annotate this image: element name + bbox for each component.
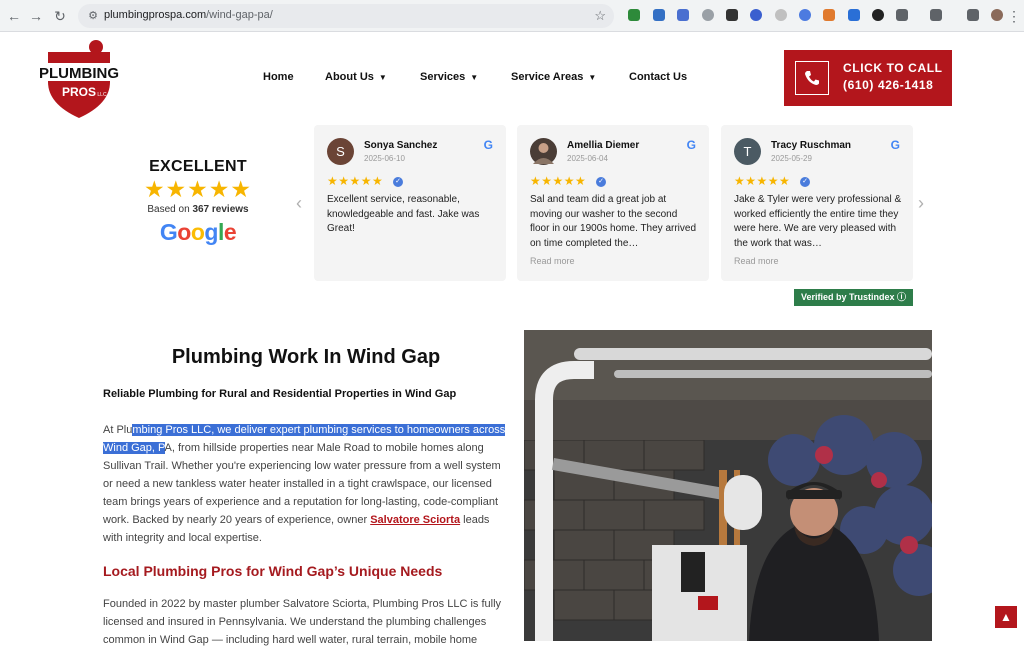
url-text[interactable]: plumbingprospa.com/wind-gap-pa/ xyxy=(104,9,273,21)
bookmark-star-icon[interactable]: ☆ xyxy=(594,8,606,24)
extension-icon[interactable] xyxy=(823,9,835,21)
review-text: Jake & Tyler were very professional & wo… xyxy=(734,194,902,249)
plumber-photo xyxy=(524,330,932,641)
extension-icon[interactable] xyxy=(726,9,738,21)
extension-icon[interactable] xyxy=(775,9,787,21)
forward-icon[interactable]: → xyxy=(26,6,46,26)
nav-contact[interactable]: Contact Us xyxy=(629,71,687,83)
reload-icon[interactable]: ↻ xyxy=(50,6,70,26)
site-info-icon[interactable]: ⚙ xyxy=(86,9,100,23)
avatar: S xyxy=(327,138,354,165)
rating-word: EXCELLENT xyxy=(149,158,247,175)
nav-services[interactable]: Services ▼ xyxy=(420,71,478,83)
summary-stars: ★★★★★ xyxy=(143,176,253,202)
reviewer-name: Amellia Diemer xyxy=(567,140,640,151)
carousel-next-arrow[interactable]: › xyxy=(918,193,924,214)
extension-icon[interactable] xyxy=(799,9,811,21)
media-icon[interactable] xyxy=(967,9,979,21)
carousel-prev-arrow[interactable]: ‹ xyxy=(296,193,302,214)
back-icon[interactable]: ← xyxy=(4,6,24,26)
extension-icon[interactable] xyxy=(653,9,665,21)
page-title: Plumbing Work In Wind Gap xyxy=(171,346,441,368)
address-bar[interactable]: ⚙ plumbingprospa.com/wind-gap-pa/ ☆ xyxy=(78,4,614,28)
review-date: 2025-05-29 xyxy=(771,154,812,163)
browser-toolbar: ← → ↻ ⚙ plumbingprospa.com/wind-gap-pa/ … xyxy=(0,0,1024,32)
owner-link[interactable]: Salvatore Sciorta xyxy=(370,514,460,526)
profile-avatar[interactable] xyxy=(991,9,1003,21)
review-text: Sal and team did a great job at moving o… xyxy=(530,194,697,249)
nav-service-areas[interactable]: Service Areas ▼ xyxy=(511,71,596,83)
cta-phone: (610) 426-1418 xyxy=(843,78,934,92)
avatar xyxy=(530,138,557,165)
nav-about[interactable]: About Us ▼ xyxy=(325,71,387,83)
review-date: 2025-06-10 xyxy=(364,154,405,163)
chevron-down-icon: ▼ xyxy=(378,73,387,82)
extension-icon[interactable] xyxy=(750,9,762,21)
reviewer-name: Sonya Sanchez xyxy=(364,140,438,151)
trustindex-badge[interactable]: Verified by Trustindex ⓘ xyxy=(794,289,913,306)
verified-check-icon: ✓ xyxy=(800,177,810,187)
review-summary: EXCELLENT ★★★★★ Based on 367 reviews Goo… xyxy=(130,158,266,246)
site-logo[interactable]: PLUMBING PROS LLC xyxy=(30,38,128,120)
extensions-puzzle-icon[interactable] xyxy=(896,9,908,21)
avatar: T xyxy=(734,138,761,165)
verified-check-icon: ✓ xyxy=(596,177,606,187)
intro-paragraph: At Plumbing Pros LLC, we deliver expert … xyxy=(103,424,506,544)
google-logo: Google xyxy=(159,219,237,245)
extension-icon[interactable] xyxy=(702,9,714,21)
review-stars: ★★★★★ xyxy=(327,174,384,188)
review-card: T Tracy Ruschman 2025-05-29 G ★★★★★ ✓ Ja… xyxy=(721,125,913,281)
more-menu-icon[interactable]: ⋮ xyxy=(1006,6,1022,26)
reviewer-name: Tracy Ruschman xyxy=(771,140,852,151)
nav-home[interactable]: Home xyxy=(263,71,294,83)
extension-icon[interactable] xyxy=(628,9,640,21)
extension-icon[interactable] xyxy=(677,9,689,21)
review-stars: ★★★★★ xyxy=(734,174,791,188)
google-icon: G xyxy=(686,138,696,152)
google-icon: G xyxy=(483,138,493,152)
review-date: 2025-06-04 xyxy=(567,154,608,163)
verified-check-icon: ✓ xyxy=(393,177,403,187)
click-to-call-button[interactable]: CLICK TO CALL (610) 426-1418 xyxy=(784,50,952,106)
section-heading: Local Plumbing Pros for Wind Gap’s Uniqu… xyxy=(103,563,443,579)
logo-text-pros: PROS xyxy=(62,85,96,99)
read-more-link[interactable]: Read more xyxy=(734,256,779,266)
google-icon: G xyxy=(890,138,900,152)
chevron-down-icon: ▼ xyxy=(470,73,479,82)
scroll-to-top-button[interactable]: ▲ xyxy=(995,606,1017,628)
review-count: Based on 367 reviews xyxy=(147,204,249,215)
cta-label: CLICK TO CALL xyxy=(843,61,943,75)
review-text: Excellent service, reasonable, knowledge… xyxy=(327,194,480,234)
logo-text-plumbing: PLUMBING xyxy=(39,65,119,82)
chevron-down-icon: ▼ xyxy=(588,73,597,82)
review-card: Amellia Diemer 2025-06-04 G ★★★★★ ✓ Sal … xyxy=(517,125,709,281)
review-stars: ★★★★★ xyxy=(530,174,587,188)
extension-icon[interactable] xyxy=(848,9,860,21)
reading-mode-icon[interactable] xyxy=(930,9,942,21)
read-more-link[interactable]: Read more xyxy=(530,256,575,266)
section-subtitle: Reliable Plumbing for Rural and Resident… xyxy=(103,388,457,400)
phone-icon xyxy=(795,61,829,95)
review-card: S Sonya Sanchez 2025-06-10 G ★★★★★ ✓ Exc… xyxy=(314,125,506,281)
logo-text-llc: LLC xyxy=(97,92,107,98)
extension-icon[interactable] xyxy=(872,9,884,21)
